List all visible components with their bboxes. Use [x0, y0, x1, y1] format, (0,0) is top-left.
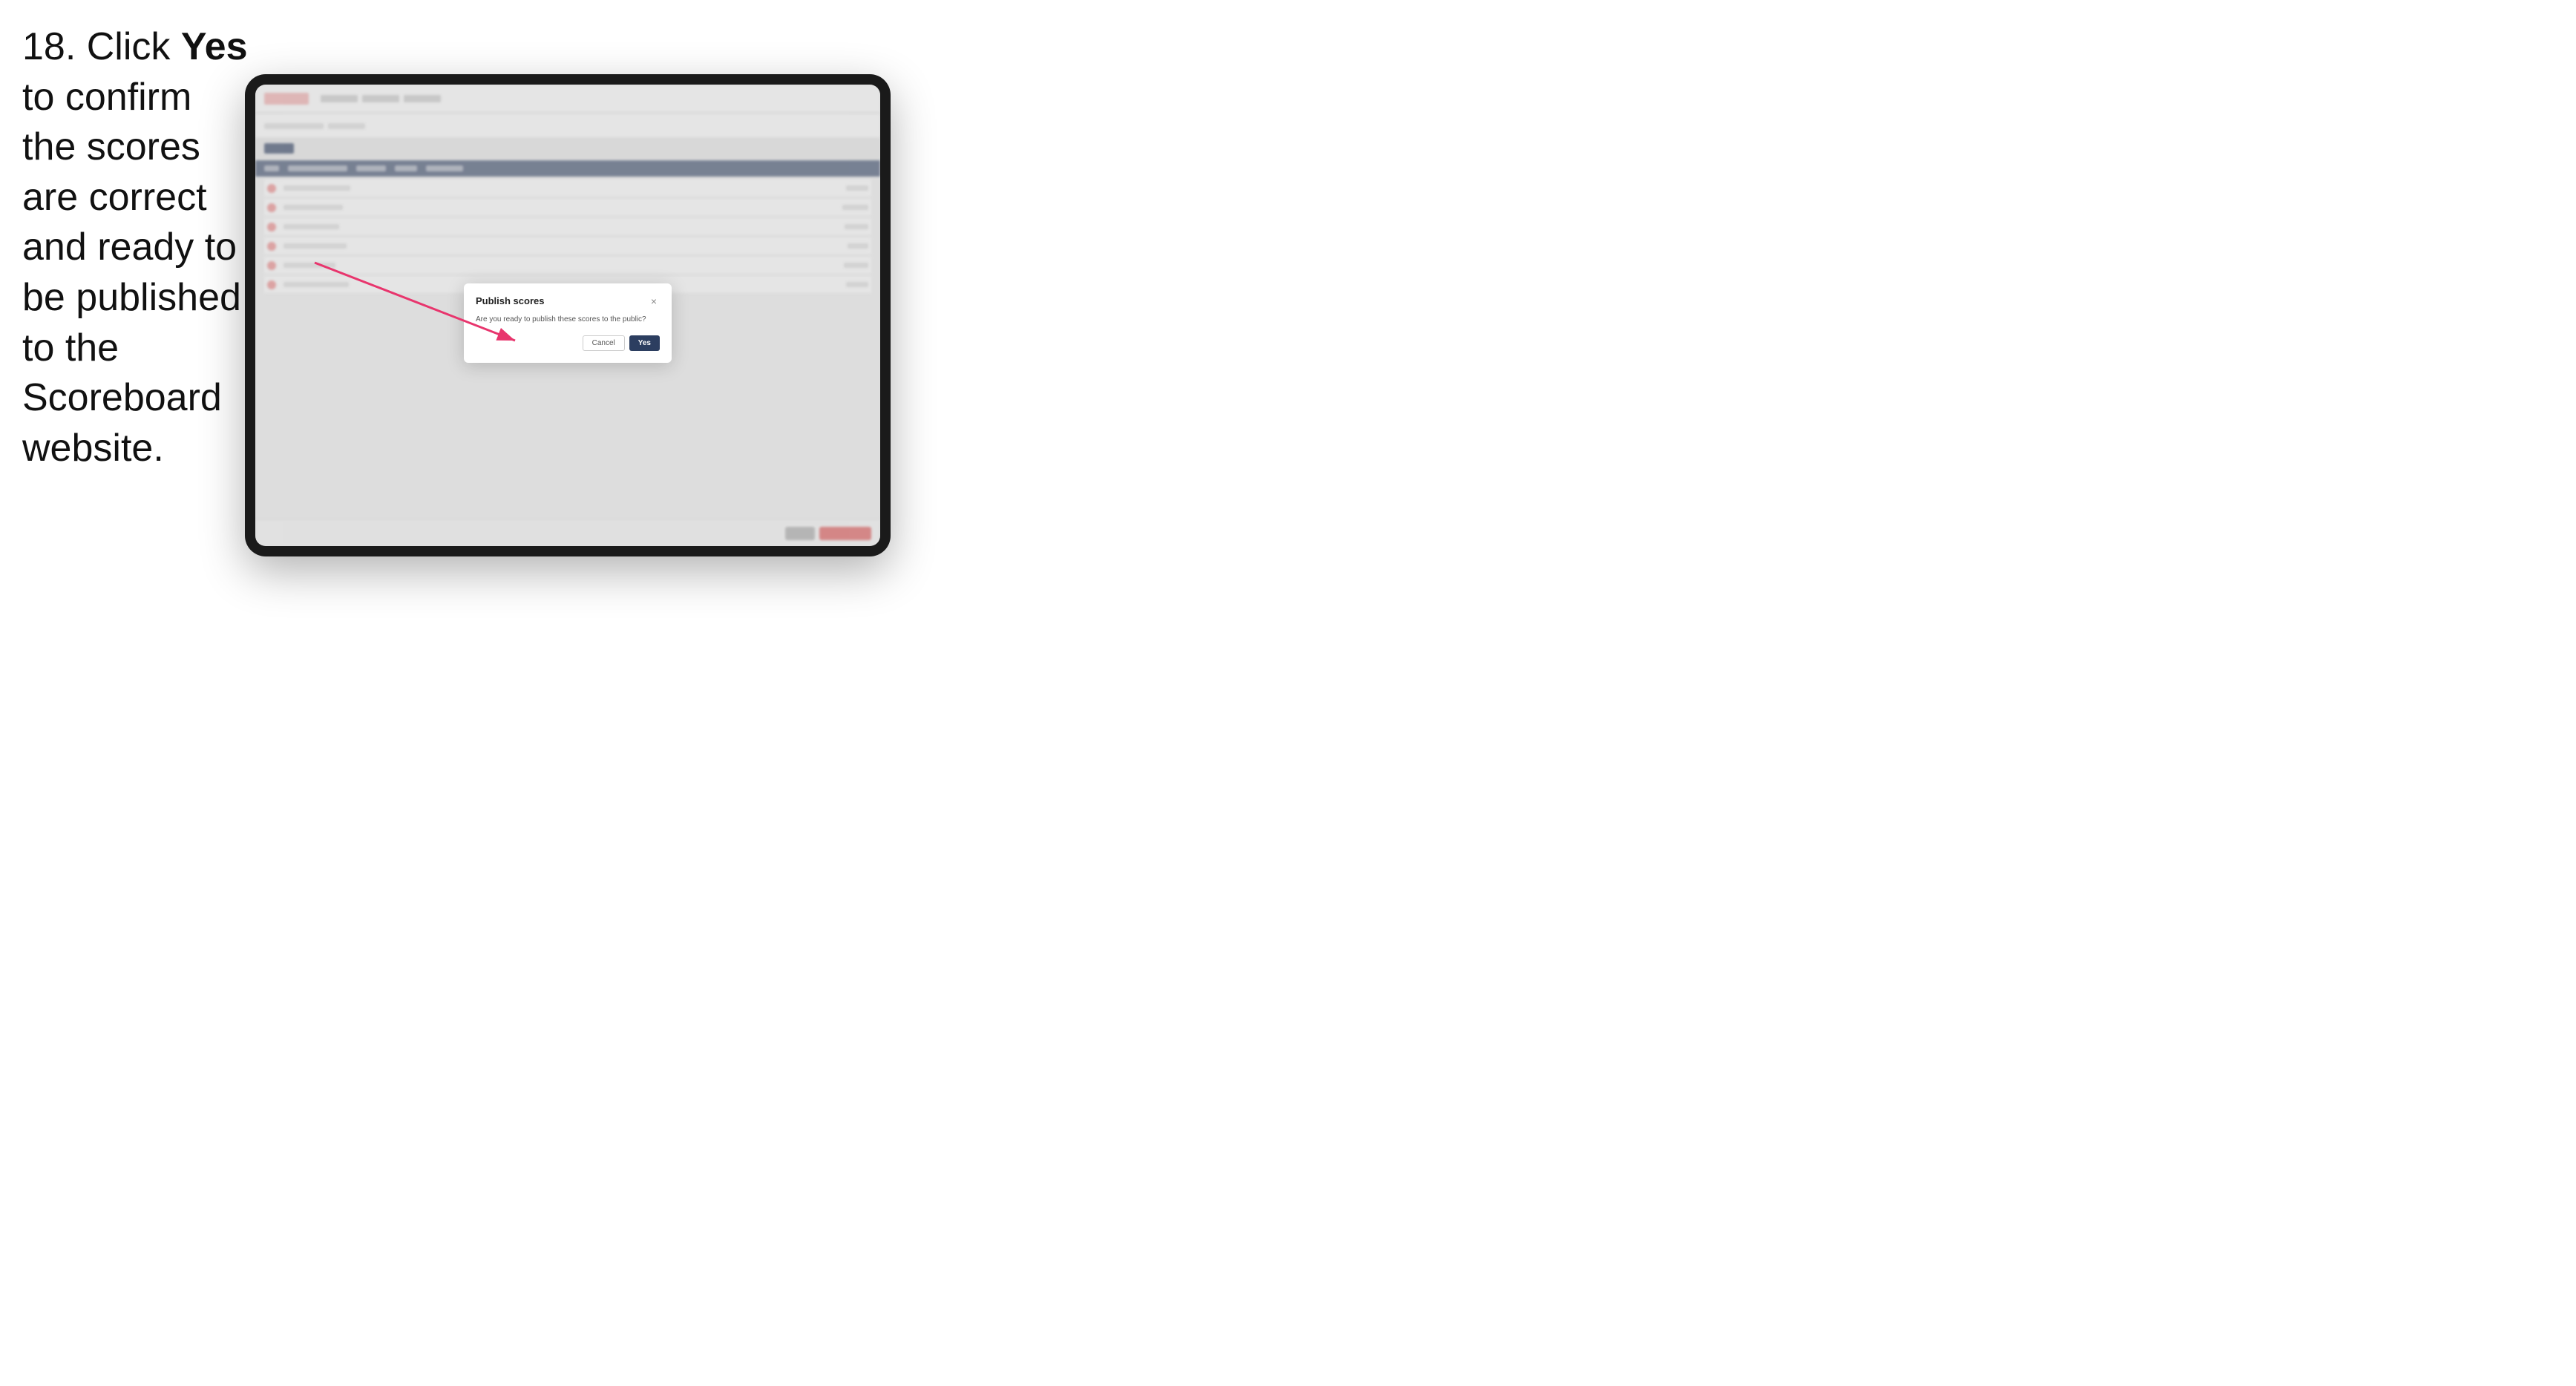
step-number: 18. — [22, 25, 76, 68]
publish-scores-modal: Publish scores × Are you ready to publis… — [464, 283, 672, 363]
instruction-prefix: Click — [76, 25, 181, 68]
modal-overlay: Publish scores × Are you ready to publis… — [255, 85, 880, 546]
modal-header: Publish scores × — [476, 295, 660, 307]
modal-body-text: Are you ready to publish these scores to… — [476, 315, 660, 325]
bold-yes: Yes — [181, 25, 248, 68]
instruction-suffix: to confirm the scores are correct and re… — [22, 76, 241, 470]
tablet-screen: Publish scores × Are you ready to publis… — [255, 85, 880, 546]
modal-footer: Cancel Yes — [476, 335, 660, 351]
tablet-device: Publish scores × Are you ready to publis… — [245, 74, 891, 556]
modal-title: Publish scores — [476, 295, 544, 306]
modal-close-button[interactable]: × — [648, 295, 660, 307]
instruction-text: 18. Click Yes to confirm the scores are … — [22, 22, 252, 473]
cancel-button[interactable]: Cancel — [583, 335, 625, 351]
yes-button[interactable]: Yes — [629, 335, 660, 351]
